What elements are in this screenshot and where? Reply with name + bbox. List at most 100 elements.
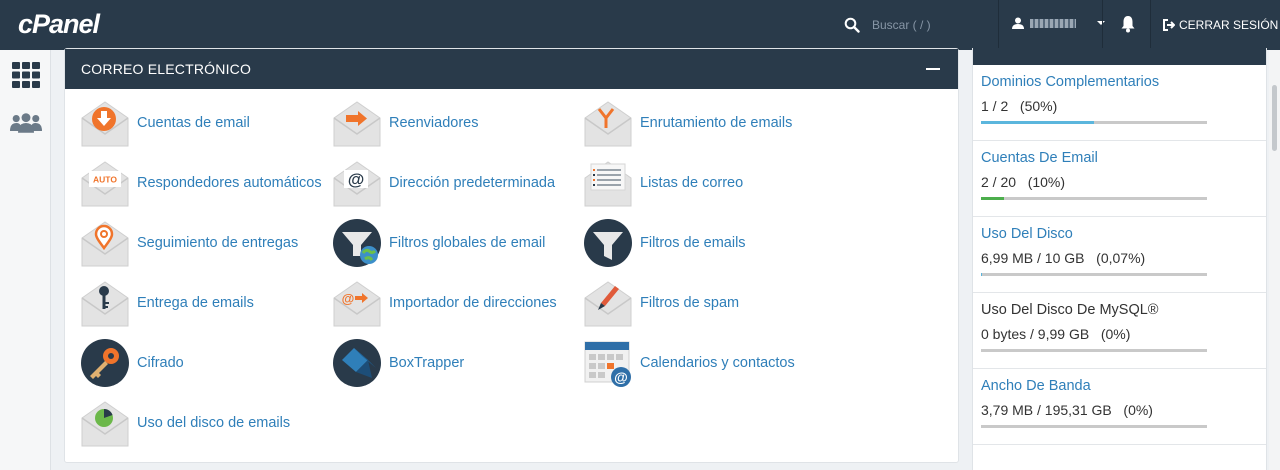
tool-label: Filtros de spam xyxy=(640,295,740,311)
top-navbar: cPanel Buscar ( / ) CERRAR SESIÓN xyxy=(0,0,1280,50)
forwarders-icon xyxy=(333,101,381,147)
tool-label: Seguimiento de entregas xyxy=(137,235,299,251)
tool-label: Reenviadores xyxy=(389,115,479,131)
stat-title[interactable]: Dominios Complementarios xyxy=(981,74,1266,90)
tool-label: Cuentas de email xyxy=(137,115,250,131)
stat-title[interactable]: Uso Del Disco xyxy=(981,226,1266,242)
calendars-contacts-icon: @ xyxy=(584,341,631,387)
statistics-sidebar: Dominios Complementarios 1 / 2 (50%) Cuent… xyxy=(972,48,1267,470)
search-placeholder: Buscar ( / ) xyxy=(872,18,931,32)
stat-row: Ancho De Banda 3,79 MB / 195,31 GB (0%) xyxy=(973,369,1266,445)
autoresponders-icon: AUTO xyxy=(81,161,129,207)
encryption-icon xyxy=(81,339,129,387)
search-box[interactable]: Buscar ( / ) xyxy=(844,14,974,36)
tool-label: BoxTrapper xyxy=(389,355,465,371)
tool-spam-filters[interactable]: Filtros de spam xyxy=(583,278,739,328)
svg-text:@: @ xyxy=(348,170,365,189)
tool-label: Filtros de emails xyxy=(640,235,746,251)
tool-email-accounts[interactable]: Cuentas de email xyxy=(80,98,250,148)
stat-row: Uso Del Disco 6,99 MB / 10 GB (0,07%) xyxy=(973,217,1266,293)
collapse-icon[interactable] xyxy=(926,68,940,70)
tool-email-disk-usage[interactable]: Uso del disco de emails xyxy=(80,398,290,448)
scrollbar-thumb[interactable] xyxy=(1272,85,1277,151)
tool-encryption[interactable]: Cifrado xyxy=(80,338,184,388)
stats-list: Dominios Complementarios 1 / 2 (50%) Cuent… xyxy=(973,65,1266,445)
page-scrollbar[interactable] xyxy=(1269,50,1280,470)
divider xyxy=(998,0,999,50)
logout-icon xyxy=(1163,19,1175,31)
stat-title: Uso Del Disco De MySQL® xyxy=(981,302,1159,318)
tool-label: Filtros globales de email xyxy=(389,235,546,251)
email-accounts-icon xyxy=(81,101,129,147)
mailing-lists-icon xyxy=(584,161,632,207)
tool-label: Dirección predeterminada xyxy=(389,175,556,191)
stats-header xyxy=(973,48,1266,65)
tool-email-filters[interactable]: Filtros de emails xyxy=(583,218,746,268)
tool-autoresponders[interactable]: AUTO Respondedores automáticos xyxy=(80,158,322,208)
stat-row: Uso Del Disco De MySQL® 0 bytes / 9,99 GB… xyxy=(973,293,1266,369)
auto-badge: AUTO xyxy=(93,175,117,185)
tool-calendars-contacts[interactable]: @ Calendarios y contactos xyxy=(583,338,795,388)
tools-grid-icon[interactable] xyxy=(10,60,42,90)
stat-progress-fill xyxy=(981,121,1094,124)
cpanel-logo[interactable]: cPanel xyxy=(18,9,100,40)
tool-default-address[interactable]: @ Dirección predeterminada xyxy=(332,158,555,208)
stat-value: 6,99 MB / 10 GB (0,07%) xyxy=(981,250,1146,266)
spam-filters-icon xyxy=(584,281,632,327)
stat-value: 2 / 20 (10%) xyxy=(981,174,1066,190)
email-filters-icon xyxy=(584,219,632,267)
tool-label: Enrutamiento de emails xyxy=(640,115,793,131)
logout-label: CERRAR SESIÓN xyxy=(1179,18,1279,32)
stat-title[interactable]: Cuentas De Email xyxy=(981,150,1266,166)
stat-progress-fill xyxy=(981,197,1004,200)
tool-label: Calendarios y contactos xyxy=(640,355,795,371)
stat-title[interactable]: Ancho De Banda xyxy=(981,378,1266,394)
email-section-panel: CORREO ELECTRÓNICO Cuentas de email Reen… xyxy=(64,48,959,463)
divider xyxy=(1102,0,1103,50)
user-menu[interactable] xyxy=(1012,17,1106,29)
address-importer-icon: @ xyxy=(333,281,381,327)
tool-email-routing[interactable]: Enrutamiento de emails xyxy=(583,98,792,148)
stat-value: 1 / 2 (50%) xyxy=(981,98,1058,114)
tool-label: Entrega de emails xyxy=(137,295,254,311)
stat-progress-bar xyxy=(981,349,1207,352)
tool-label: Cifrado xyxy=(137,355,184,371)
stat-value: 0 bytes / 9,99 GB (0%) xyxy=(981,326,1131,342)
svg-text:@: @ xyxy=(342,291,355,306)
boxtrapper-icon xyxy=(333,339,381,387)
tool-boxtrapper[interactable]: BoxTrapper xyxy=(332,338,464,388)
caret-down-icon xyxy=(1097,21,1105,25)
user-icon xyxy=(1012,17,1024,29)
email-routing-icon xyxy=(584,101,632,147)
username-blurred xyxy=(1030,18,1076,28)
logout-button[interactable]: CERRAR SESIÓN xyxy=(1163,18,1278,32)
tool-email-deliverability[interactable]: Entrega de emails xyxy=(80,278,254,328)
users-group-icon[interactable] xyxy=(10,108,42,138)
search-icon xyxy=(844,17,860,33)
notifications-bell-icon[interactable] xyxy=(1120,15,1136,38)
stat-progress-bar xyxy=(981,273,1207,276)
tool-label: Respondedores automáticos xyxy=(137,175,322,191)
stat-value: 3,79 MB / 195,31 GB (0%) xyxy=(981,402,1153,418)
tool-label: Importador de direcciones xyxy=(389,295,557,311)
stat-row: Cuentas De Email 2 / 20 (10%) xyxy=(973,141,1266,217)
email-deliverability-icon xyxy=(81,281,129,327)
email-disk-usage-icon xyxy=(81,401,129,447)
stat-row: Dominios Complementarios 1 / 2 (50%) xyxy=(973,65,1266,141)
left-sidebar xyxy=(0,50,51,470)
global-filters-icon xyxy=(333,219,381,267)
default-address-icon: @ xyxy=(333,161,381,207)
tool-address-importer[interactable]: @ Importador de direcciones xyxy=(332,278,557,328)
svg-text:@: @ xyxy=(614,369,628,385)
panel-header[interactable]: CORREO ELECTRÓNICO xyxy=(65,49,958,89)
tool-forwarders[interactable]: Reenviadores xyxy=(332,98,478,148)
stat-progress-bar xyxy=(981,425,1207,428)
tool-global-email-filters[interactable]: Filtros globales de email xyxy=(332,218,545,268)
stat-progress-bar xyxy=(981,121,1207,124)
divider xyxy=(1150,0,1151,50)
tool-track-delivery[interactable]: Seguimiento de entregas xyxy=(80,218,298,268)
track-delivery-icon xyxy=(81,221,129,267)
tool-label: Uso del disco de emails xyxy=(137,415,291,431)
panel-title: CORREO ELECTRÓNICO xyxy=(81,61,252,77)
tool-mailing-lists[interactable]: Listas de correo xyxy=(583,158,743,208)
